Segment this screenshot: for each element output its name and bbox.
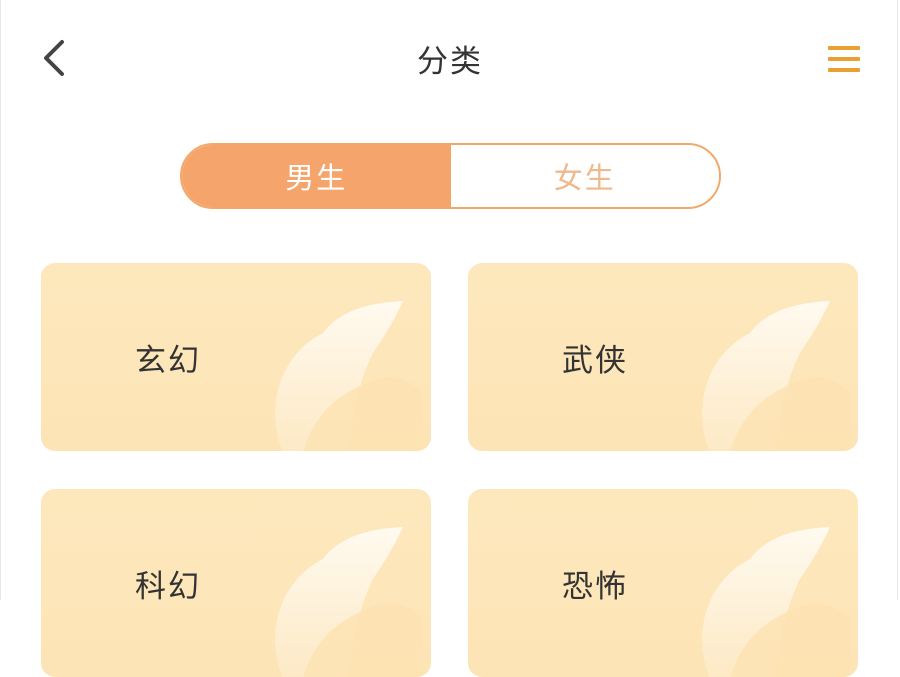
back-button[interactable]	[36, 34, 76, 82]
tab-male[interactable]: 男生	[182, 145, 451, 207]
menu-icon	[822, 38, 868, 80]
leaf-decoration-icon	[263, 293, 428, 451]
category-card-xuanhuan[interactable]: 玄幻	[41, 263, 431, 451]
category-label: 武侠	[562, 343, 628, 379]
category-label: 科幻	[135, 569, 201, 605]
category-label: 玄幻	[135, 343, 201, 379]
category-card-kehuan[interactable]: 科幻	[41, 489, 431, 677]
gender-tabs: 男生 女生	[180, 143, 721, 209]
category-label: 恐怖	[562, 569, 628, 605]
tab-female[interactable]: 女生	[450, 145, 719, 207]
leaf-decoration-icon	[690, 293, 855, 451]
leaf-decoration-icon	[263, 519, 428, 677]
leaf-decoration-icon	[690, 519, 855, 677]
category-card-wuxia[interactable]: 武侠	[468, 263, 858, 451]
page-title: 分类	[417, 44, 483, 80]
category-card-kongbu[interactable]: 恐怖	[468, 489, 858, 677]
menu-button[interactable]	[822, 38, 868, 80]
chevron-left-icon	[36, 34, 76, 82]
top-bar: 分类	[0, 0, 900, 115]
